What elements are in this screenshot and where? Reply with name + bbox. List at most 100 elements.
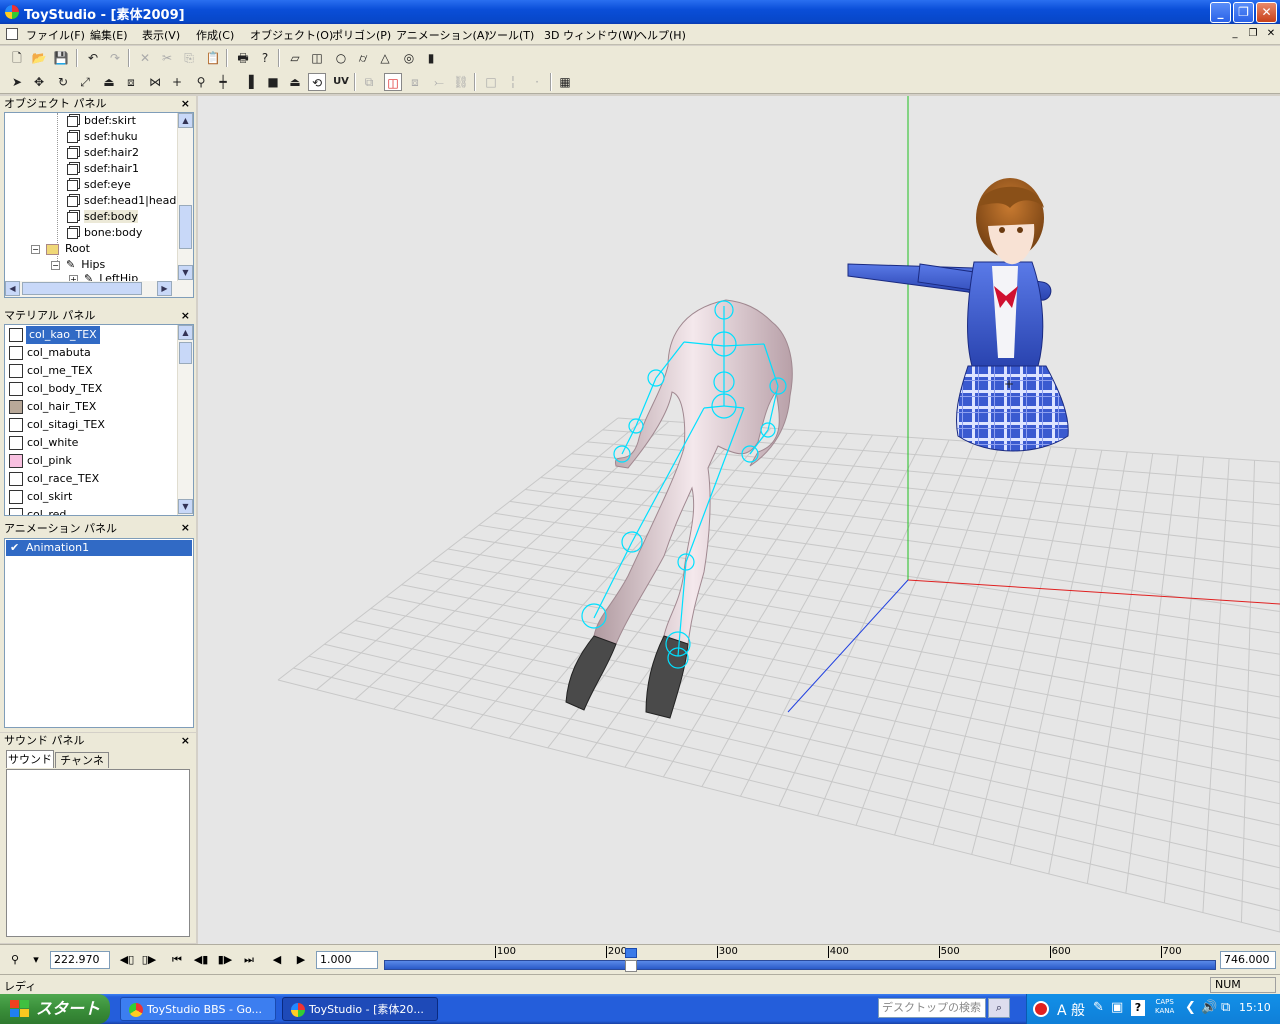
tab-sound[interactable]: サウンド <box>6 750 54 768</box>
desktop-search-input[interactable]: デスクトップの検索 <box>878 998 986 1018</box>
cylinder-primitive-icon[interactable]: ⌭ <box>354 49 372 67</box>
material-item[interactable]: col_red <box>7 506 177 515</box>
scroll-right-icon[interactable]: ▶ <box>157 281 172 296</box>
face-mode-icon[interactable]: ◫ <box>384 73 402 91</box>
redo-icon[interactable]: ↷ <box>106 49 124 67</box>
title-bar[interactable]: ToyStudio - [素体2009] _ ❐ ✕ <box>0 0 1280 24</box>
material-item[interactable]: col_mabuta <box>7 344 177 362</box>
object-panel-close-button[interactable]: × <box>181 96 190 112</box>
task-browser[interactable]: ToyStudio BBS - Go... <box>120 997 276 1021</box>
timeline-track[interactable]: 100 200 300 400 500 600 700 <box>384 946 1216 972</box>
uv-button[interactable]: UV <box>330 73 352 91</box>
bevel-icon[interactable]: ⧈ <box>122 73 140 91</box>
box-select-icon[interactable]: □ <box>482 73 500 91</box>
undo-icon[interactable]: ↶ <box>84 49 102 67</box>
restore-button[interactable]: ❐ <box>1233 2 1254 23</box>
play-icon[interactable]: ▶ <box>290 951 312 969</box>
material-panel-close-button[interactable]: × <box>181 308 190 324</box>
ime-dictionary-icon[interactable]: ✎ <box>1093 1000 1104 1015</box>
ime-tools-icon[interactable]: ▣ <box>1111 1000 1123 1015</box>
material-item[interactable]: col_white <box>7 434 177 452</box>
material-item[interactable]: col_sitagi_TEX <box>7 416 177 434</box>
minimize-button[interactable]: _ <box>1210 2 1231 23</box>
key-dropdown-icon[interactable]: ▾ <box>28 951 44 969</box>
sound-panel-close-button[interactable]: × <box>181 733 190 749</box>
menu-view[interactable]: 表示(V) <box>142 27 180 43</box>
network-icon[interactable]: ⧉ <box>1221 1000 1230 1015</box>
material-item[interactable]: col_race_TEX <box>7 470 177 488</box>
help-icon[interactable]: ? <box>256 49 274 67</box>
tree-item-sdef-huku[interactable]: sdef:huku <box>67 129 138 145</box>
mdi-close-button[interactable]: ✕ <box>1264 28 1278 40</box>
key-tool-icon[interactable]: ⚲ <box>4 951 26 969</box>
prev-key-icon[interactable]: ◀▯ <box>116 951 138 969</box>
security-icon[interactable] <box>1033 1001 1049 1017</box>
tree-item-sdef-head1[interactable]: sdef:head1|head <box>67 193 176 209</box>
torus-primitive-icon[interactable]: ◎ <box>400 49 418 67</box>
tree-item-bone-body[interactable]: bone:body <box>67 225 142 241</box>
menu-create[interactable]: 作成(C) <box>196 27 234 43</box>
material-item[interactable]: col_body_TEX <box>7 380 177 398</box>
menu-file[interactable]: ファイル(F) <box>26 27 85 43</box>
line-select-icon[interactable]: ╎ <box>504 73 522 91</box>
menu-3d-window[interactable]: 3D ウィンドウ(W) <box>544 27 637 43</box>
tree-item-root[interactable]: − Root <box>31 241 90 257</box>
cone-primitive-icon[interactable]: △ <box>376 49 394 67</box>
animation-item[interactable]: ✔ Animation1 <box>6 540 192 556</box>
ime-indicator[interactable]: A 般 <box>1057 1000 1085 1020</box>
object-tree-vscroll[interactable]: ▲ ▼ <box>177 113 193 281</box>
sphere-primitive-icon[interactable]: ○ <box>332 49 350 67</box>
menu-polygon[interactable]: ポリゴン(P) <box>332 27 391 43</box>
scroll-up-icon[interactable]: ▲ <box>178 325 193 340</box>
edge-mode-icon[interactable]: ⧈ <box>406 73 424 91</box>
body-model[interactable] <box>565 299 793 719</box>
knife-icon[interactable]: ⋈ <box>146 73 164 91</box>
menu-edit[interactable]: 編集(E) <box>90 27 128 43</box>
cut-icon[interactable]: ✂ <box>158 49 176 67</box>
material-item[interactable]: col_pink <box>7 452 177 470</box>
menu-object[interactable]: オブジェクト(O) <box>250 27 333 43</box>
volume-icon[interactable]: 🔊 <box>1201 1000 1217 1015</box>
tree-item-sdef-eye[interactable]: sdef:eye <box>67 177 131 193</box>
tree-item-sdef-hair1[interactable]: sdef:hair1 <box>67 161 139 177</box>
select-arrow-icon[interactable]: ➤ <box>8 73 26 91</box>
timeline-playhead[interactable] <box>625 948 638 972</box>
bone-primitive-icon[interactable]: ▮ <box>422 49 440 67</box>
go-end-icon[interactable]: ⏭ <box>238 951 260 969</box>
task-toystudio[interactable]: ToyStudio - [素体20... <box>282 997 438 1021</box>
scroll-left-icon[interactable]: ◀ <box>5 281 20 296</box>
tree-item-sdef-hair2[interactable]: sdef:hair2 <box>67 145 139 161</box>
end-time-field[interactable]: 746.000 <box>1220 951 1276 969</box>
step-back-icon[interactable]: ◀▮ <box>190 951 212 969</box>
3d-viewport[interactable]: + <box>198 96 1280 944</box>
paste-icon[interactable]: 📋 <box>204 49 222 67</box>
paint-icon[interactable]: ▐ <box>240 73 258 91</box>
rotate-icon[interactable]: ↻ <box>54 73 72 91</box>
go-start-icon[interactable]: ⏮ <box>166 951 188 969</box>
object-mode-icon[interactable]: ⧉ <box>360 73 378 91</box>
character-model[interactable] <box>847 178 1069 452</box>
scroll-thumb[interactable] <box>179 205 192 249</box>
point-select-icon[interactable]: · <box>528 73 546 91</box>
timeline-range[interactable] <box>384 960 1216 970</box>
copy-icon[interactable]: ⎘ <box>180 49 198 67</box>
material-item[interactable]: col_hair_TEX <box>7 398 177 416</box>
menu-animation[interactable]: アニメーション(A) <box>396 27 489 43</box>
scroll-up-icon[interactable]: ▲ <box>178 113 193 128</box>
vertex-mode-icon[interactable]: ⤚ <box>430 73 448 91</box>
new-file-icon[interactable]: 🗋 <box>8 49 26 67</box>
tree-item-sdef-body[interactable]: sdef:body <box>67 209 138 225</box>
material-item[interactable]: col_me_TEX <box>7 362 177 380</box>
mdi-restore-button[interactable]: ❐ <box>1246 28 1260 40</box>
material-item[interactable]: col_skirt <box>7 488 177 506</box>
save-icon[interactable]: 💾 <box>52 49 70 67</box>
ime-help-icon[interactable]: ? <box>1131 1000 1145 1016</box>
tray-expand-icon[interactable]: ❮ <box>1185 1000 1196 1015</box>
document-icon[interactable] <box>6 28 18 40</box>
collapse-toggle-icon[interactable]: − <box>31 245 40 254</box>
checkmark-icon[interactable]: ✔ <box>10 540 19 556</box>
play-reverse-icon[interactable]: ◀ <box>266 951 288 969</box>
object-tree-hscroll[interactable]: ◀ ▶ <box>5 281 193 297</box>
print-icon[interactable]: 🖶 <box>234 49 252 67</box>
next-key-icon[interactable]: ▯▶ <box>138 951 160 969</box>
